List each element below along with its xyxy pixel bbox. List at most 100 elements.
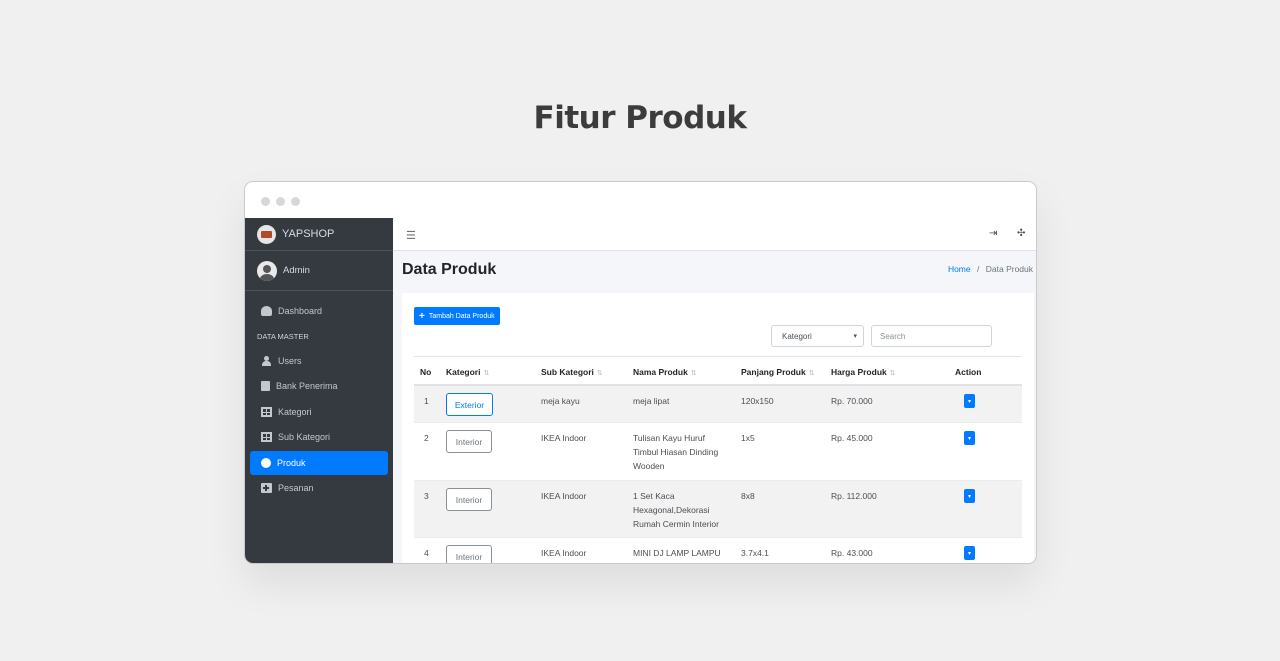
cell-sub-kategori: IKEA Indoor	[541, 548, 587, 558]
tachometer-icon	[261, 306, 272, 316]
cell-no: 4	[424, 548, 429, 558]
cell-no: 1	[424, 396, 429, 406]
col-kategori[interactable]: Kategori ⇅	[446, 367, 489, 377]
sidebar-item-bank-penerima[interactable]: Bank Penerima	[250, 374, 388, 398]
cell-sub-kategori: IKEA Indoor	[541, 433, 587, 443]
kategori-button[interactable]: Exterior	[446, 393, 493, 416]
brand-link[interactable]: YAPSHOP	[245, 218, 393, 251]
sidebar-item-label: Users	[278, 355, 302, 366]
col-nama-produk[interactable]: Nama Produk ⇅	[633, 367, 697, 377]
window-dot-minimize[interactable]	[276, 197, 285, 206]
add-product-button[interactable]: + Tambah Data Produk	[414, 307, 500, 325]
table-icon	[261, 432, 272, 442]
col-sub-kategori[interactable]: Sub Kategori ⇅	[541, 367, 603, 377]
cell-nama-produk: MINI DJ LAMP LAMPU	[633, 548, 721, 558]
breadcrumb-current: Data Produk	[985, 264, 1033, 274]
user-icon	[261, 355, 272, 366]
kategori-button[interactable]: Interior	[446, 545, 492, 563]
sidebar-item-label: Produk	[277, 457, 306, 468]
page-heading: Fitur Produk	[533, 100, 747, 136]
sign-out-icon[interactable]: ⇥	[989, 228, 997, 239]
sidebar: YAPSHOP Admin Dashboard DATA MASTER User…	[245, 218, 393, 563]
search-input[interactable]: Search	[871, 325, 992, 347]
action-dropdown-button[interactable]: ▾	[964, 394, 975, 408]
sort-icon: ⇅	[483, 370, 490, 377]
kategori-button[interactable]: Interior	[446, 430, 492, 453]
user-name: Admin	[283, 265, 310, 276]
cell-harga: Rp. 45.000	[831, 433, 873, 443]
sidebar-item-pesanan[interactable]: Pesanan	[250, 476, 388, 500]
sidebar-item-label: Sub Kategori	[278, 432, 331, 442]
sidebar-item-label: Kategori	[278, 406, 312, 417]
col-label: Kategori	[446, 367, 481, 377]
category-select[interactable]: Kategori ▾	[771, 325, 864, 347]
topbar: ☰ ⇥ ✣	[393, 218, 1036, 251]
compress-icon[interactable]: ✣	[1017, 228, 1025, 239]
chevron-down-icon: ▾	[853, 333, 857, 340]
main-content: ☰ ⇥ ✣ Data Produk Home / Data Produk + T…	[393, 218, 1036, 563]
cell-no: 2	[424, 433, 429, 443]
sort-icon: ⇅	[808, 370, 815, 377]
brand-logo	[257, 224, 276, 244]
breadcrumb-separator: /	[977, 264, 980, 274]
col-no: No	[420, 367, 432, 377]
cell-sub-kategori: meja kayu	[541, 396, 580, 406]
col-label: Nama Produk	[633, 367, 688, 377]
sort-icon: ⇅	[889, 370, 896, 377]
cell-sub-kategori: IKEA Indoor	[541, 491, 587, 501]
window-titlebar	[245, 182, 1036, 218]
circle-icon	[261, 457, 271, 468]
window-dot-maximize[interactable]	[291, 197, 300, 206]
page-title: Data Produk	[402, 261, 497, 278]
kategori-button[interactable]: Interior	[446, 488, 492, 511]
cell-harga: Rp. 112.000	[831, 491, 877, 501]
sidebar-item-produk[interactable]: Produk	[250, 450, 388, 475]
user-panel[interactable]: Admin	[245, 251, 393, 291]
sidebar-item-users[interactable]: Users	[250, 349, 388, 373]
nama-line: Tulisan Kayu Huruf	[633, 433, 705, 443]
sort-icon: ⇅	[690, 370, 697, 377]
product-table: No Kategori ⇅ Sub Kategori ⇅ Nama Produk ⇅ …	[414, 356, 1022, 563]
category-select-value: Kategori	[782, 331, 812, 341]
action-dropdown-button[interactable]: ▾	[964, 489, 975, 503]
product-card: + Tambah Data Produk Kategori ▾ Search N…	[402, 293, 1034, 563]
col-label: Harga Produk	[831, 367, 887, 377]
table-row: 4 Interior IKEA Indoor MINI DJ LAMP LAMP…	[414, 538, 1022, 563]
table-row: 2 Interior IKEA Indoor Tulisan Kayu Huru…	[414, 423, 1022, 481]
action-dropdown-button[interactable]: ▾	[964, 546, 975, 560]
table-header: No Kategori ⇅ Sub Kategori ⇅ Nama Produk ⇅ …	[414, 356, 1022, 386]
sidebar-item-dashboard[interactable]: Dashboard	[250, 299, 388, 323]
col-harga-produk[interactable]: Harga Produk ⇅	[831, 367, 896, 377]
col-action: Action	[955, 367, 982, 377]
breadcrumb-home[interactable]: Home	[948, 264, 971, 274]
sidebar-item-sub-kategori[interactable]: Sub Kategori	[250, 425, 388, 449]
sort-icon: ⇅	[596, 370, 603, 377]
cell-panjang: 120x150	[741, 396, 774, 406]
nama-line: Hexagonal,Dekorasi	[633, 505, 710, 515]
sidebar-item-label: Bank Penerima	[276, 381, 338, 391]
cell-harga: Rp. 70.000	[831, 396, 873, 406]
hamburger-icon[interactable]: ☰	[406, 229, 416, 242]
book-icon	[261, 381, 270, 391]
col-panjang-produk[interactable]: Panjang Produk ⇅	[741, 367, 815, 377]
cell-panjang: 3.7x4.1	[741, 548, 769, 558]
nama-line: Wooden	[633, 461, 665, 471]
nav-header-data-master: DATA MASTER	[257, 332, 309, 341]
cell-panjang: 1x5	[741, 433, 755, 443]
add-product-label: Tambah Data Produk	[428, 312, 495, 320]
breadcrumb: Home / Data Produk	[948, 264, 1033, 274]
avatar	[257, 260, 277, 281]
nama-line: Rumah Cermin Interior	[633, 519, 719, 529]
plus-square-icon	[261, 483, 272, 493]
table-row: 3 Interior IKEA Indoor 1 Set Kaca Hexago…	[414, 481, 1022, 538]
window-dot-close[interactable]	[261, 197, 270, 206]
cell-nama-produk: meja lipat	[633, 396, 670, 406]
action-dropdown-button[interactable]: ▾	[964, 431, 975, 445]
cell-nama-produk: Tulisan Kayu Huruf Timbul Hiasan Dinding…	[633, 431, 718, 473]
col-label: Sub Kategori	[541, 367, 594, 377]
sidebar-nav: Dashboard DATA MASTER Users Bank Penerim…	[245, 291, 393, 500]
plus-icon: +	[419, 310, 425, 322]
sidebar-item-label: Dashboard	[278, 306, 323, 316]
cell-nama-produk: 1 Set Kaca Hexagonal,Dekorasi Rumah Cerm…	[633, 489, 719, 531]
sidebar-item-kategori[interactable]: Kategori	[250, 400, 388, 424]
